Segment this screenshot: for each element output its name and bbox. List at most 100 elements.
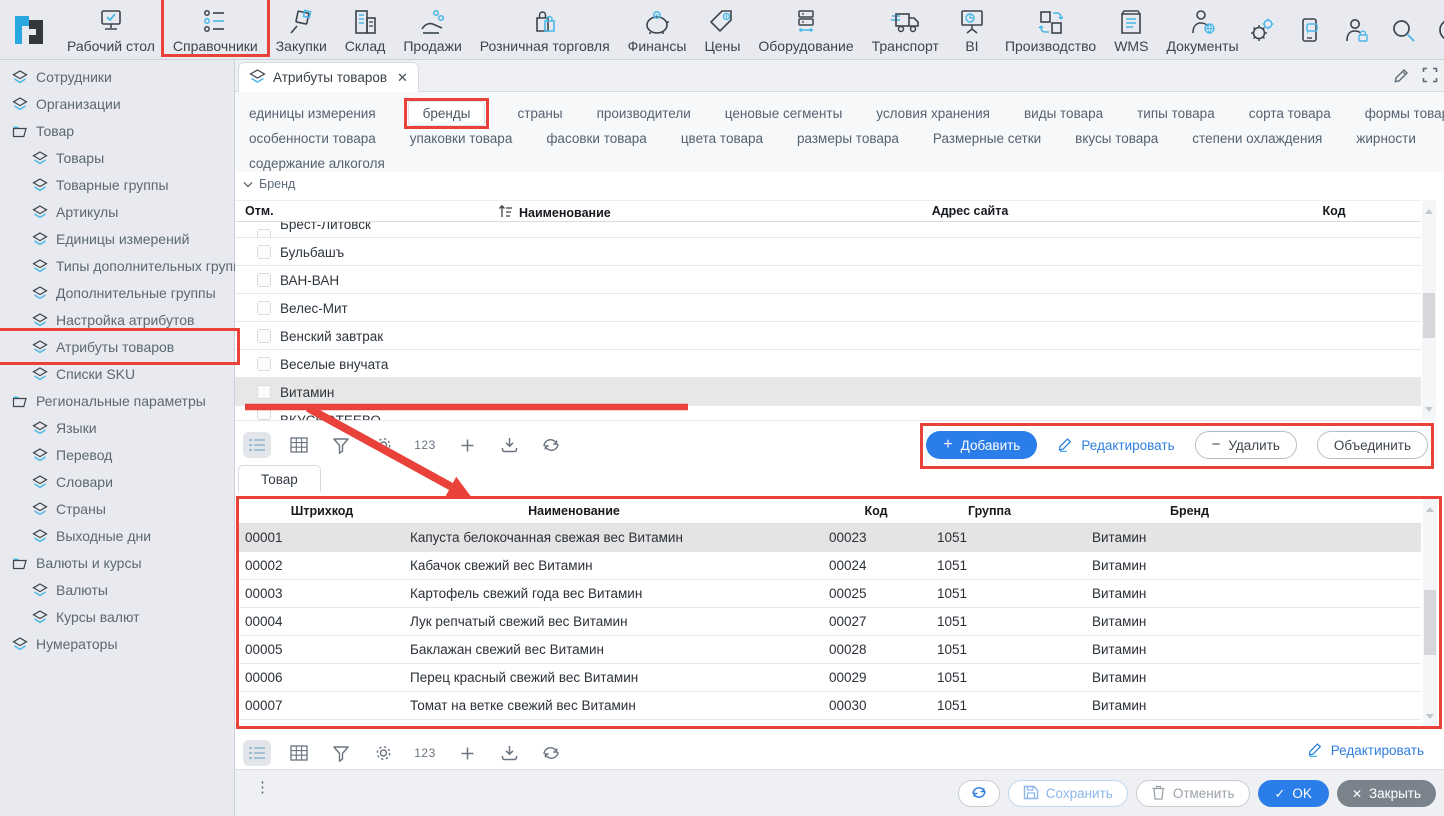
subtab-размерные-сетки[interactable]: Размерные сетки bbox=[931, 127, 1043, 150]
plus-icon[interactable] bbox=[453, 740, 481, 766]
cancel-button[interactable]: Отменить bbox=[1136, 780, 1250, 807]
brand-row[interactable]: Веселые внучата bbox=[235, 350, 1421, 378]
tab-tovar[interactable]: Товар bbox=[238, 465, 321, 492]
search-icon[interactable] bbox=[1389, 16, 1417, 44]
row-checkbox[interactable] bbox=[257, 301, 271, 315]
subtab-единицы-измерения[interactable]: единицы измерения bbox=[247, 102, 378, 125]
subtab-типы-товара[interactable]: типы товара bbox=[1135, 102, 1217, 125]
refresh-icon[interactable] bbox=[537, 740, 565, 766]
sidebar-item-списки-sku[interactable]: Списки SKU bbox=[0, 360, 234, 387]
row-checkbox[interactable] bbox=[257, 357, 271, 371]
brand-row[interactable]: Венский завтрак bbox=[235, 322, 1421, 350]
kebab-menu-icon[interactable]: ⋮ bbox=[255, 783, 270, 793]
grid-view-icon[interactable] bbox=[285, 740, 313, 766]
nav-item-sales[interactable]: Продажи bbox=[394, 0, 470, 55]
subtab-жирности[interactable]: жирности bbox=[1354, 127, 1418, 150]
gear-icon[interactable] bbox=[369, 740, 397, 766]
row-checkbox[interactable] bbox=[257, 245, 271, 259]
refresh-icon[interactable] bbox=[537, 432, 565, 458]
sidebar-item-валюты-и-курсы[interactable]: Валюты и курсы bbox=[0, 549, 234, 576]
nav-item-equipment[interactable]: Оборудование bbox=[749, 0, 862, 55]
subtab-страны[interactable]: страны bbox=[515, 102, 564, 125]
sidebar-item-товарные-группы[interactable]: Товарные группы bbox=[0, 171, 234, 198]
nav-item-catalog[interactable]: Справочники bbox=[164, 0, 267, 55]
col-group[interactable]: Группа bbox=[942, 504, 1037, 518]
sidebar-item-дополнительные-группы[interactable]: Дополнительные группы bbox=[0, 279, 234, 306]
subtab-содержание-алкоголя[interactable]: содержание алкоголя bbox=[247, 152, 387, 175]
subtab-виды-товара[interactable]: виды товара bbox=[1022, 102, 1105, 125]
tab-attributy-tovarov[interactable]: Атрибуты товаров ✕ bbox=[238, 62, 419, 92]
subtab-производители[interactable]: производители bbox=[595, 102, 693, 125]
sidebar-item-перевод[interactable]: Перевод bbox=[0, 441, 234, 468]
refresh-button[interactable] bbox=[958, 780, 1000, 807]
product-table-scrollbar[interactable] bbox=[1423, 498, 1437, 728]
sidebar-item-сотрудники[interactable]: Сотрудники bbox=[0, 63, 234, 90]
sidebar-item-типы-дополнительных-групп[interactable]: Типы дополнительных групп bbox=[0, 252, 234, 279]
delete-button[interactable]: − Удалить bbox=[1195, 431, 1297, 459]
col-prodname[interactable]: Наименование bbox=[484, 504, 664, 518]
edit-button[interactable]: Редактировать bbox=[1057, 436, 1174, 455]
subtab-условия-хранения[interactable]: условия хранения bbox=[874, 102, 992, 125]
filter-icon[interactable] bbox=[327, 432, 355, 458]
subtab-степени-охлаждения[interactable]: степени охлаждения bbox=[1190, 127, 1324, 150]
brand-row[interactable]: Велес-Мит bbox=[235, 294, 1421, 322]
sidebar-item-нумераторы[interactable]: Нумераторы bbox=[0, 630, 234, 657]
plus-icon[interactable] bbox=[453, 432, 481, 458]
clock-icon[interactable] bbox=[1436, 16, 1444, 44]
row-checkbox[interactable] bbox=[257, 406, 271, 420]
brand-row[interactable]: ВКУСНОТЕЕВО bbox=[235, 406, 1421, 421]
product-row[interactable]: 00004Лук репчатый свежий вес Витамин 000… bbox=[237, 608, 1421, 636]
col-name[interactable]: Наименование bbox=[498, 204, 611, 221]
row-checkbox[interactable] bbox=[257, 273, 271, 287]
sidebar-item-языки[interactable]: Языки bbox=[0, 414, 234, 441]
expand-icon[interactable] bbox=[1422, 67, 1438, 89]
sidebar-item-региональные-параметры[interactable]: Региональные параметры bbox=[0, 387, 234, 414]
nav-item-documents[interactable]: Документы bbox=[1157, 0, 1247, 55]
nav-item-bi[interactable]: BI bbox=[948, 0, 996, 55]
brand-row[interactable]: Брест-Литовск bbox=[235, 222, 1421, 238]
subtab-размеры-товара[interactable]: размеры товара bbox=[795, 127, 901, 150]
ok-button[interactable]: ✓OK bbox=[1258, 780, 1329, 807]
subtab-ценовые-сегменты[interactable]: ценовые сегменты bbox=[723, 102, 845, 125]
col-barcode[interactable]: Штрихкод bbox=[267, 504, 377, 518]
col-prodcode[interactable]: Код bbox=[830, 504, 922, 518]
row-checkbox[interactable] bbox=[257, 385, 271, 399]
nav-item-purchases[interactable]: Закупки bbox=[267, 0, 336, 55]
sidebar-item-единицы-измерений[interactable]: Единицы измерений bbox=[0, 225, 234, 252]
subtab-сорта-товара[interactable]: сорта товара bbox=[1247, 102, 1333, 125]
product-row[interactable]: 00001Капуста белокочанная свежая вес Вит… bbox=[237, 524, 1421, 552]
settings-icon[interactable] bbox=[1248, 16, 1276, 44]
nav-item-production[interactable]: Производство bbox=[996, 0, 1105, 55]
brand-table-scrollbar[interactable] bbox=[1422, 200, 1436, 421]
list-view-icon[interactable] bbox=[243, 740, 271, 766]
subtab-особенности-товара[interactable]: особенности товара bbox=[247, 127, 378, 150]
save-button[interactable]: Сохранить bbox=[1008, 780, 1128, 807]
sidebar-item-товар[interactable]: Товар bbox=[0, 117, 234, 144]
row-checkbox[interactable] bbox=[257, 229, 271, 238]
row-checkbox[interactable] bbox=[257, 329, 271, 343]
nav-item-retail[interactable]: Розничная торговля bbox=[471, 0, 619, 55]
app-logo[interactable] bbox=[0, 0, 58, 60]
subtab-формы-товара[interactable]: формы товара bbox=[1363, 102, 1444, 125]
product-row[interactable]: 00006Перец красный свежий вес Витамин 00… bbox=[237, 664, 1421, 692]
filter-icon[interactable] bbox=[327, 740, 355, 766]
subtab-вкусы-товара[interactable]: вкусы товара bbox=[1073, 127, 1160, 150]
download-icon[interactable] bbox=[495, 432, 523, 458]
numbers-icon[interactable]: 123 bbox=[411, 740, 439, 766]
subtab-фасовки-товара[interactable]: фасовки товара bbox=[544, 127, 648, 150]
gear-icon[interactable] bbox=[369, 432, 397, 458]
sidebar-item-атрибуты-товаров[interactable]: Атрибуты товаров bbox=[0, 333, 234, 360]
merge-button[interactable]: Объединить bbox=[1317, 431, 1428, 459]
subtab-упаковки-товара[interactable]: упаковки товара bbox=[408, 127, 515, 150]
user-lock-icon[interactable] bbox=[1342, 16, 1370, 44]
nav-item-warehouse[interactable]: Склад bbox=[336, 0, 395, 55]
sidebar-item-настройка-атрибутов[interactable]: Настройка атрибутов bbox=[0, 306, 234, 333]
product-row[interactable]: 00005Баклажан свежий вес Витамин 0002810… bbox=[237, 636, 1421, 664]
download-icon[interactable] bbox=[495, 740, 523, 766]
add-button[interactable]: + Добавить bbox=[926, 431, 1037, 459]
sidebar-item-курсы-валют[interactable]: Курсы валют bbox=[0, 603, 234, 630]
nav-item-prices[interactable]: Цены bbox=[695, 0, 749, 55]
subtab-бренды[interactable]: бренды bbox=[408, 101, 486, 126]
sidebar-item-товары[interactable]: Товары bbox=[0, 144, 234, 171]
col-site[interactable]: Адрес сайта bbox=[925, 204, 1015, 218]
